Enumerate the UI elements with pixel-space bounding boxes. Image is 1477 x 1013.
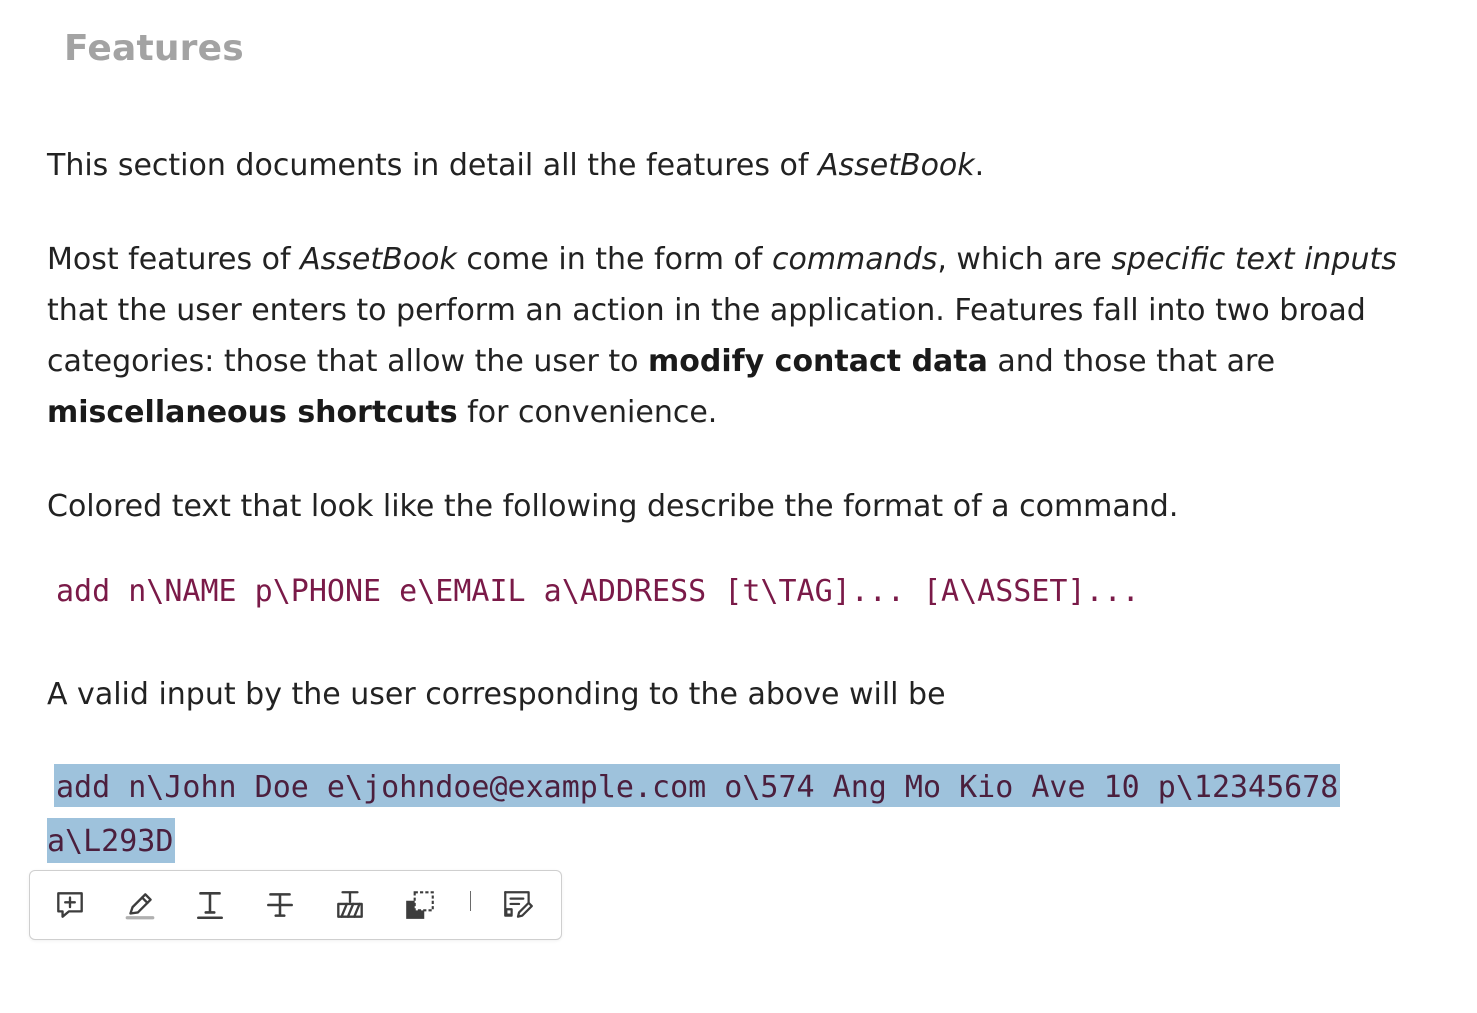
highlight-button[interactable]: [120, 885, 160, 925]
modify-contact-data-term: modify contact data: [647, 344, 988, 379]
features-text-1: Most features of: [47, 242, 301, 277]
app-name: AssetBook: [300, 242, 457, 277]
toolbar-separator: [470, 891, 471, 911]
copy-area-icon: [406, 891, 434, 919]
app-name: AssetBook: [817, 148, 975, 183]
features-text-2: come in the form of: [456, 242, 772, 277]
replace-text-icon: [337, 891, 363, 918]
intro-text: This section documents in detail all the…: [47, 148, 818, 183]
edit-notes-icon: [504, 891, 533, 918]
features-text-5: and those that are: [987, 344, 1276, 379]
commands-term: commands: [771, 242, 938, 277]
specific-inputs-term: specific text inputs: [1111, 242, 1397, 277]
replace-text-button[interactable]: [330, 885, 370, 925]
example-command-code-line-1[interactable]: add n\John Doe e\johndoe@example.com o\5…: [54, 764, 1341, 807]
example-paragraph: A valid input by the user corresponding …: [47, 677, 946, 712]
strikethrough-icon: [267, 893, 293, 917]
add-comment-icon: [57, 892, 83, 918]
edit-notes-button[interactable]: [498, 885, 538, 925]
features-paragraph: Most features of AssetBook come in the f…: [47, 234, 1447, 438]
underline-icon: [197, 892, 223, 920]
strikethrough-button[interactable]: [260, 885, 300, 925]
highlight-icon: [125, 893, 155, 920]
underline-button[interactable]: [190, 885, 230, 925]
intro-paragraph: This section documents in detail all the…: [47, 140, 1447, 191]
page-title: Features: [64, 28, 244, 69]
features-text-6: for convenience.: [457, 395, 718, 430]
copy-area-button[interactable]: [400, 885, 440, 925]
command-format-code: add n\NAME p\PHONE e\EMAIL a\ADDRESS [t\…: [56, 574, 1140, 609]
misc-shortcuts-term: miscellaneous shortcuts: [47, 395, 458, 430]
format-paragraph: Colored text that look like the followin…: [47, 489, 1179, 524]
add-comment-button[interactable]: [50, 885, 90, 925]
intro-end: .: [974, 148, 985, 183]
annotation-toolbar: [29, 870, 562, 940]
features-text-3: , which are: [937, 242, 1112, 277]
example-command-code-line-2[interactable]: a\L293D: [47, 818, 176, 863]
